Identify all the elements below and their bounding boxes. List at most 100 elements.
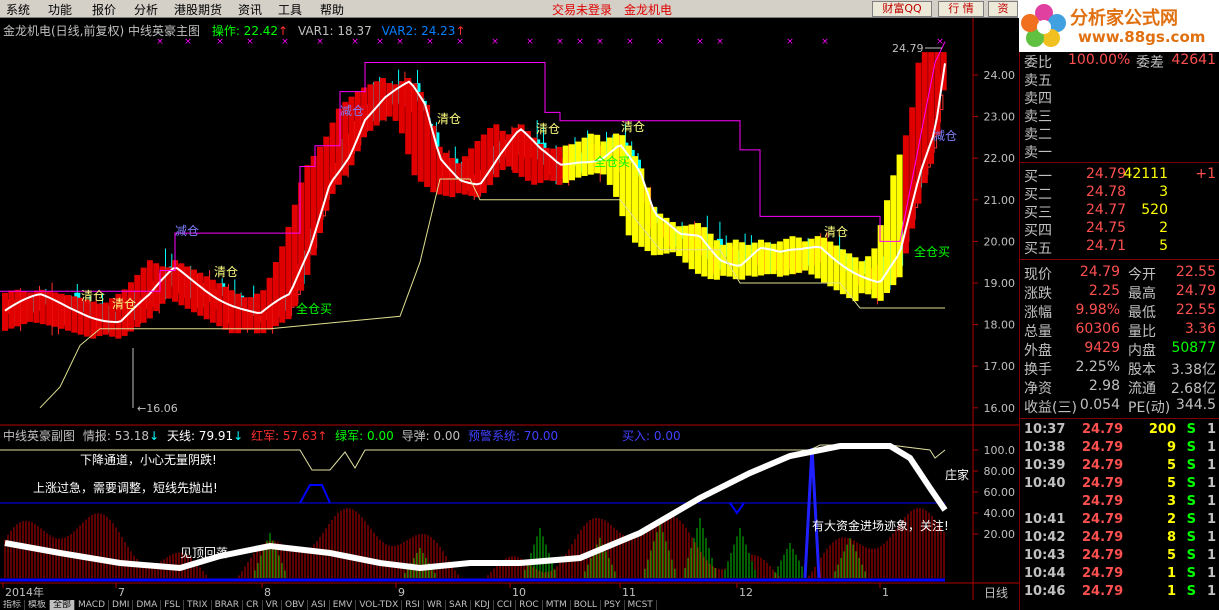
buy3-price: 24.77 — [1086, 202, 1127, 218]
yujing-value: 预警系统: 70.00 — [467, 429, 559, 443]
band-bar — [865, 256, 872, 295]
tick-price: 24.79 — [1082, 458, 1124, 473]
band-bar — [272, 262, 279, 327]
indicator-tab[interactable]: VR — [263, 600, 283, 610]
band-bar — [789, 236, 796, 275]
menu-tools[interactable]: 工具 — [278, 1, 302, 18]
indicator-tab[interactable]: OBV — [282, 600, 309, 610]
indicator-tab[interactable]: EMV — [330, 600, 357, 610]
signal-marker: × — [491, 37, 499, 47]
band-bar — [802, 241, 809, 271]
quote-label: 外盘 — [1024, 343, 1052, 359]
indicator-tab[interactable]: SAR — [446, 600, 472, 610]
band-bar — [884, 200, 890, 293]
quote-value: 9429 — [1084, 340, 1120, 356]
indicator-tab[interactable]: CR — [243, 600, 263, 610]
indicator-tab[interactable]: BRAR — [212, 600, 244, 610]
tick-side: S — [1186, 584, 1196, 599]
indicator-tab[interactable]: VOL-TDX — [356, 600, 403, 610]
quote-button[interactable]: 行 情 — [938, 1, 984, 17]
band-bar — [751, 242, 758, 277]
quote-row: 涨跌 2.25 最高 24.79 — [1024, 283, 1216, 302]
menu-hk-futures[interactable]: 港股期货 — [174, 1, 222, 18]
indicator-tab[interactable]: MACD — [75, 600, 110, 610]
wealth-qq-button[interactable]: 财富QQ — [872, 1, 932, 17]
indicator-tab[interactable]: DMA — [133, 600, 162, 610]
band-bar — [184, 266, 191, 309]
indicator-tab[interactable]: 模板 — [25, 600, 51, 610]
price-tick-label: 20.00 — [984, 235, 1016, 248]
tick-price: 24.79 — [1082, 440, 1124, 455]
login-status: 交易未登录 — [552, 3, 613, 17]
band-bar — [417, 92, 424, 182]
signal-marker: × — [696, 37, 704, 47]
current-stock: 金龙机电 — [624, 3, 673, 17]
indicator-tab[interactable]: BOLL — [571, 600, 601, 610]
date-label: 11 — [622, 586, 636, 599]
indicator-tab[interactable]: WR — [424, 600, 447, 610]
indicator-tab[interactable]: MCST — [625, 600, 657, 610]
date-label: 2014年 — [5, 585, 44, 599]
band-bar — [2, 292, 8, 331]
quote-label: 股本 — [1128, 362, 1156, 378]
date-label: 1 — [882, 586, 889, 599]
band-bar — [550, 148, 557, 181]
tick-row: 10:40 24.79 5 S 1 — [1024, 476, 1216, 494]
indicator-tab[interactable]: RSI — [402, 600, 424, 610]
indicator-tab[interactable]: FSL — [161, 600, 184, 610]
tick-side: S — [1186, 494, 1196, 509]
date-label: 9 — [398, 586, 405, 599]
sub-name: 中线英豪副图 — [3, 429, 76, 443]
buy3-label: 买三 — [1024, 205, 1052, 221]
band-bar — [398, 81, 405, 134]
sub-annotation: 上涨过急，需要调整，短线先抛出! — [33, 480, 218, 495]
band-bar — [102, 302, 109, 335]
indicator-tab[interactable]: 全部 — [50, 600, 76, 610]
tick-side: S — [1186, 440, 1196, 455]
kline-chart[interactable]: 24.00 23.00 22.00 21.00 20.00 19.00 18.00 17.00… — [0, 18, 1019, 600]
tick-side: S — [1186, 476, 1196, 491]
menu-function[interactable]: 功能 — [48, 1, 72, 18]
quote-value: 3.38亿 — [1170, 362, 1216, 378]
band-bar — [839, 249, 846, 295]
menu-analysis[interactable]: 分析 — [134, 1, 158, 18]
signal-marker: × — [936, 37, 944, 47]
indicator-tab[interactable]: MTM — [543, 600, 571, 610]
main-chart-title: 金龙机电(日线,前复权) 中线英豪主图 操作: 22.42↑ VAR1: 18.… — [3, 22, 466, 39]
menu-help[interactable]: 帮助 — [320, 1, 344, 18]
tick-side: S — [1186, 458, 1196, 473]
up-arrow-icon: ↑ — [278, 24, 289, 38]
indicator-tab[interactable]: KDJ — [471, 600, 494, 610]
tick-side: S — [1186, 548, 1196, 563]
indicator-tab[interactable]: TRIX — [184, 600, 212, 610]
weibi-value: 100.00% — [1068, 52, 1131, 68]
quote-row: 收益(三) 0.054 PE(动) 344.5 — [1024, 397, 1216, 416]
indicator-tab[interactable]: PSY — [601, 600, 625, 610]
menu-quote[interactable]: 报价 — [92, 1, 116, 18]
quote-value: 50877 — [1171, 340, 1216, 356]
band-bar — [461, 156, 468, 195]
info-button[interactable]: 资 — [988, 1, 1018, 17]
tick-volume: 3 — [1166, 494, 1176, 509]
indicator-tab[interactable]: DMI — [109, 600, 134, 610]
menu-system[interactable]: 系统 — [6, 1, 30, 18]
quote-value: 60306 — [1075, 321, 1120, 337]
menu-news[interactable]: 资讯 — [238, 1, 262, 18]
indicator-tab[interactable]: CCI — [494, 600, 517, 610]
quote-label: 涨幅 — [1024, 305, 1052, 321]
period-label[interactable]: 日线 — [984, 584, 1008, 601]
down-arrow-icon: ↓ — [233, 429, 244, 443]
indicator-tab[interactable]: 指标 — [0, 600, 26, 610]
tick-row: 24.79 3 S 1 — [1024, 494, 1216, 512]
buy2-label: 买二 — [1024, 187, 1052, 203]
indicator-tab[interactable]: ASI — [308, 600, 330, 610]
tick-price: 24.79 — [1082, 494, 1124, 509]
tick-time: 10:42 — [1024, 530, 1066, 545]
band-bar — [247, 297, 254, 330]
indicator-tab[interactable]: ROC — [516, 600, 543, 610]
quote-label: 量比 — [1128, 324, 1156, 340]
band-bar — [386, 83, 393, 117]
sell1-label: 卖一 — [1024, 145, 1052, 161]
buy1-chg: +1 — [1195, 166, 1216, 182]
date-label: 7 — [118, 586, 125, 599]
